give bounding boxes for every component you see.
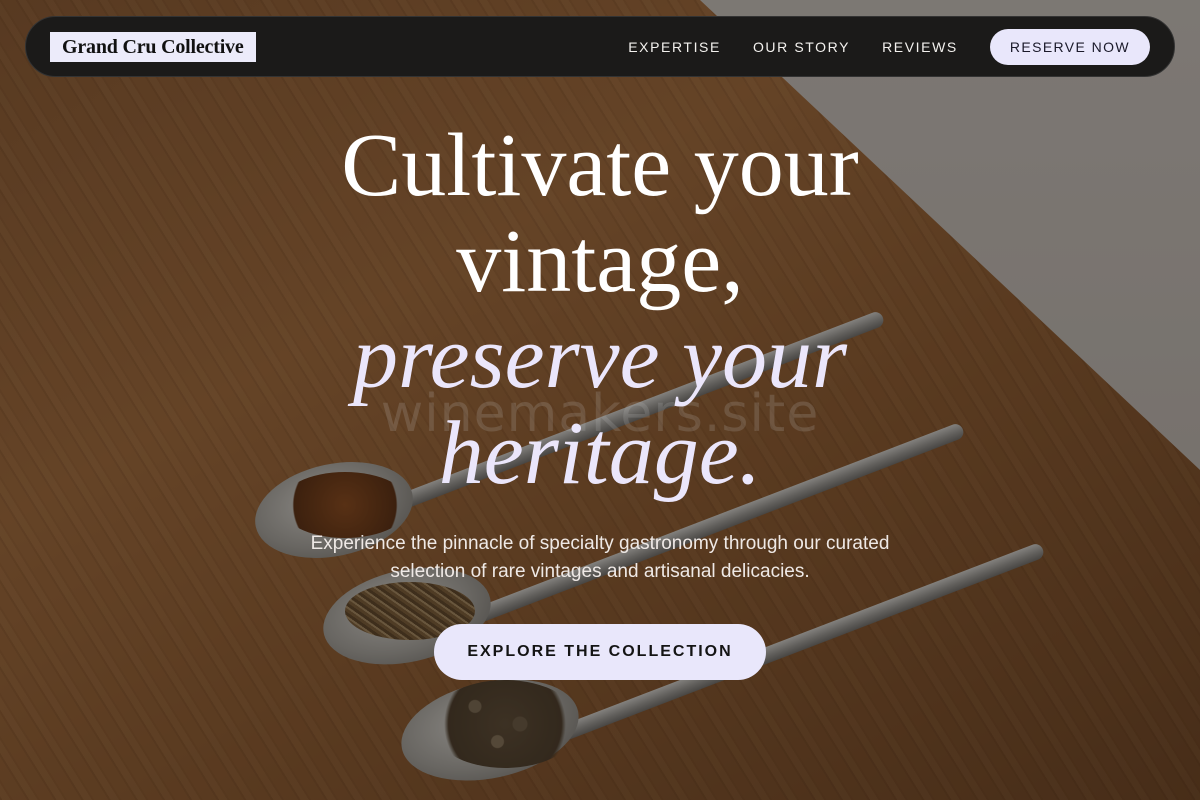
nav-links: EXPERTISE OUR STORY REVIEWS RESERVE NOW xyxy=(628,28,1150,65)
headline-line: Cultivate your xyxy=(341,116,859,215)
nav-link-reviews[interactable]: REVIEWS xyxy=(882,39,958,55)
headline-accent-line: preserve your xyxy=(353,308,847,407)
subtitle-line: Experience the pinnacle of specialty gas… xyxy=(310,533,890,554)
headline-line: vintage, xyxy=(456,212,744,311)
reserve-now-button[interactable]: RESERVE NOW xyxy=(989,28,1150,65)
subtitle-line: selection of rare vintages and artisanal… xyxy=(390,561,810,582)
headline-accent-line: heritage. xyxy=(438,404,762,503)
explore-collection-button[interactable]: EXPLORE THE COLLECTION xyxy=(434,624,766,680)
nav-link-expertise[interactable]: EXPERTISE xyxy=(628,39,721,55)
top-navbar: Grand Cru Collective EXPERTISE OUR STORY… xyxy=(25,16,1175,77)
hero-headline: Cultivate your vintage, preserve your he… xyxy=(0,118,1200,502)
nav-link-our-story[interactable]: OUR STORY xyxy=(753,39,850,55)
hero-subtitle: Experience the pinnacle of specialty gas… xyxy=(0,530,1200,586)
brand-logo[interactable]: Grand Cru Collective xyxy=(50,31,256,62)
